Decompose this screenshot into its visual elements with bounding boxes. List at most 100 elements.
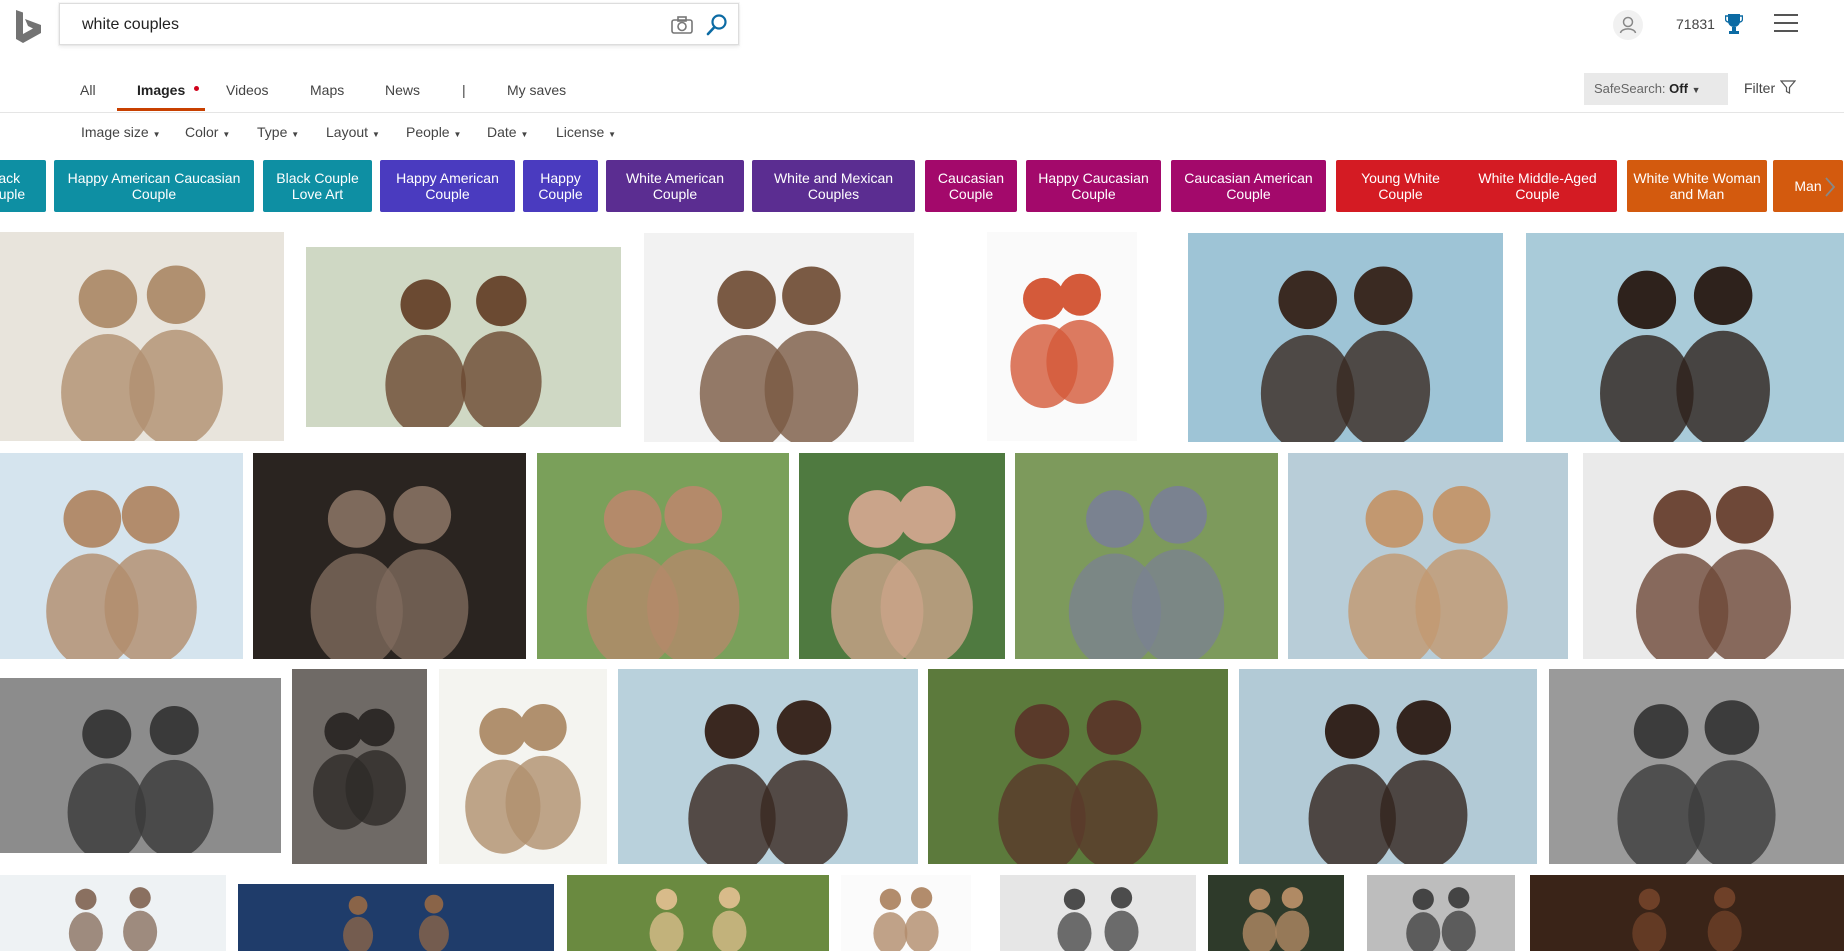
filter-color[interactable]: Color ▼ [185,124,230,140]
couple-photo-icon [586,485,740,659]
image-result[interactable] [928,669,1228,864]
filter-label: Image size [81,124,149,140]
image-result[interactable] [1239,669,1537,864]
image-result[interactable] [1000,875,1196,951]
nav-separator: | [462,82,466,98]
related-search-pill[interactable]: Happy American Caucasian Couple [54,160,254,212]
filter-label: People [406,124,450,140]
couple-photo-icon [831,485,973,659]
search-input[interactable] [80,12,644,38]
image-result[interactable] [618,669,918,864]
chevron-down-icon: ▼ [222,130,231,139]
image-result[interactable] [0,678,281,853]
tab-news[interactable]: News [385,82,420,98]
image-result[interactable] [1015,453,1278,659]
search-icon[interactable] [705,13,729,37]
couple-photo-icon [46,485,197,659]
safesearch-dropdown[interactable]: SafeSearch: Off ▼ [1584,73,1728,105]
related-search-pill[interactable]: Young White Couple [1336,160,1465,212]
menu-icon[interactable] [1774,14,1798,34]
filter-icon[interactable] [1780,79,1796,95]
avatar[interactable] [1613,10,1643,40]
couple-photo-icon [688,700,848,864]
image-result[interactable] [1208,875,1344,951]
filter-label: Type [257,124,288,140]
trophy-icon[interactable] [1725,13,1743,35]
couple-photo-icon [1632,887,1742,951]
tab-maps[interactable]: Maps [310,82,344,98]
chevron-right-icon[interactable] [1820,172,1840,202]
filter-button[interactable]: Filter [1744,80,1775,96]
couple-photo-icon [1636,485,1791,659]
rewards-points[interactable]: 71831 [1676,16,1715,32]
couple-photo-icon [1617,700,1776,864]
new-indicator-dot [194,86,199,91]
image-result[interactable] [537,453,789,659]
filter-date[interactable]: Date ▼ [487,124,528,140]
image-result[interactable] [1549,669,1844,864]
filter-type[interactable]: Type ▼ [257,124,299,140]
chevron-down-icon: ▼ [371,130,380,139]
bing-logo-icon[interactable] [14,8,44,44]
related-search-pill[interactable]: Caucasian American Couple [1171,160,1326,212]
image-result[interactable] [439,669,607,864]
image-result[interactable] [1583,453,1844,659]
related-search-pill[interactable]: Happy Couple [523,160,598,212]
couple-photo-icon [1308,700,1468,864]
related-search-pill[interactable]: Happy Caucasian Couple [1026,160,1161,212]
couple-photo-icon [1406,887,1476,951]
image-result[interactable] [644,233,914,442]
image-result[interactable] [799,453,1005,659]
image-result[interactable] [0,875,226,951]
image-result[interactable] [253,453,526,659]
camera-icon[interactable] [670,15,694,35]
chevron-down-icon: ▼ [520,130,529,139]
related-search-pill[interactable]: White and Mexican Couples [752,160,915,212]
couple-photo-icon [1057,887,1139,951]
active-tab-underline [117,108,205,111]
related-search-pill[interactable]: White Middle-Aged Couple [1458,160,1617,212]
image-result[interactable] [841,875,971,951]
filter-license[interactable]: License ▼ [556,124,616,140]
couple-photo-icon [873,887,939,951]
filter-options: Image size ▼ Color ▼ Type ▼ Layout ▼ Peo… [0,122,1844,146]
tab-videos[interactable]: Videos [226,82,269,98]
image-result[interactable] [292,669,427,864]
couple-photo-icon [998,700,1158,864]
tab-images[interactable]: Images [137,82,185,98]
filter-people[interactable]: People ▼ [406,124,461,140]
couple-photo-icon [67,706,214,853]
tab-all[interactable]: All [80,82,96,98]
image-result[interactable] [1288,453,1568,659]
couple-photo-icon [68,887,158,951]
image-result[interactable] [238,884,554,951]
image-result[interactable] [1530,875,1844,951]
filter-layout[interactable]: Layout ▼ [326,124,380,140]
search-box [59,3,739,45]
image-result[interactable] [0,453,243,659]
image-result[interactable] [306,247,621,427]
tab-my-saves[interactable]: My saves [507,82,566,98]
related-search-pill[interactable]: Black Couple Love Art [263,160,372,212]
couple-photo-icon [1260,266,1431,442]
image-result[interactable] [0,232,284,441]
image-result[interactable] [987,232,1137,441]
related-searches: Black CoupleHappy American Caucasian Cou… [0,160,1844,212]
image-result[interactable] [1367,875,1515,951]
related-search-pill[interactable]: Black Couple [0,160,46,212]
related-search-pill[interactable]: White American Couple [606,160,744,212]
couple-photo-icon [1010,273,1114,409]
related-search-pill[interactable]: Caucasian Couple [925,160,1017,212]
filter-image-size[interactable]: Image size ▼ [81,124,161,140]
image-result[interactable] [1526,233,1844,442]
image-result[interactable] [567,875,829,951]
chevron-down-icon: ▼ [291,130,300,139]
couple-photo-icon [1600,266,1770,442]
image-result[interactable] [1188,233,1503,442]
related-search-pill[interactable]: Happy American Couple [380,160,515,212]
couple-photo-icon [1068,485,1225,659]
chevron-down-icon: ▼ [1691,85,1701,95]
related-search-pill[interactable]: White White Woman and Man [1627,160,1767,212]
couple-photo-icon [699,266,859,442]
chevron-down-icon: ▼ [453,130,462,139]
